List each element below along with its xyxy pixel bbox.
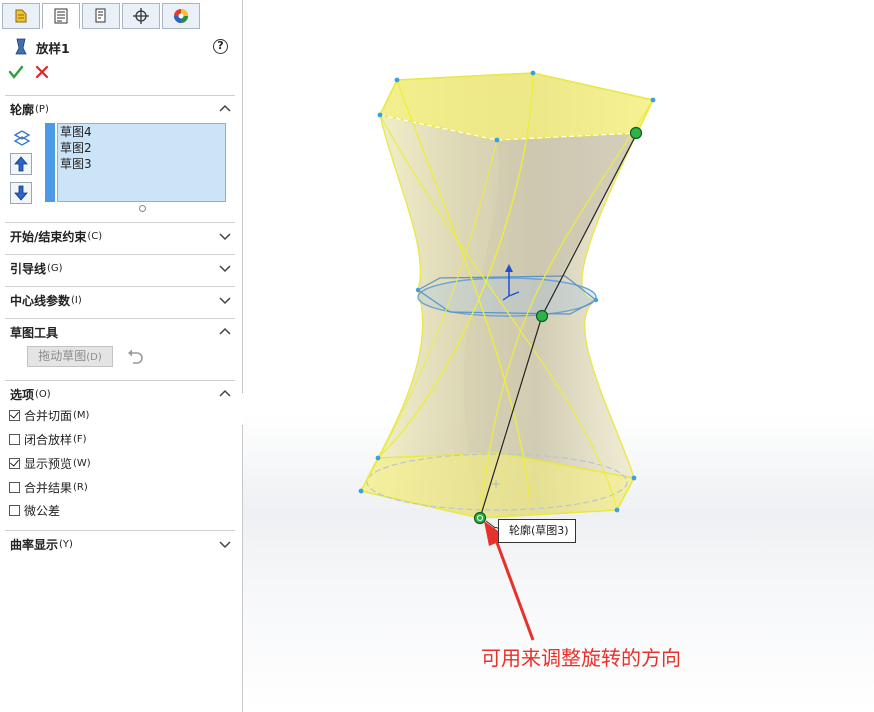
show-preview-checkbox[interactable] (9, 457, 20, 469)
section-guide-label: 引导线 (10, 261, 47, 276)
list-selection-stripe (45, 123, 55, 202)
configuration-manager-icon (95, 8, 106, 23)
help-icon[interactable]: ? (213, 39, 228, 54)
option-key: (R) (73, 481, 88, 493)
option-label: 合并结果 (24, 480, 73, 495)
property-manager-icon (54, 8, 68, 24)
option-label: 合并切面 (24, 408, 73, 423)
option-label: 闭合放样 (24, 432, 73, 447)
property-manager-panel: 放样1 ? 轮廓 (P) 草图4 草图2 草图3 开始/结束约束 (C) 引导线 (G… (0, 0, 243, 712)
tab-display-manager[interactable] (162, 3, 200, 29)
section-sketch-tools-header[interactable]: 草图工具 (10, 323, 235, 341)
section-profile-key: (P) (35, 103, 49, 115)
section-options-header[interactable]: 选项 (O) (10, 385, 235, 403)
profile-callout-label[interactable]: 轮廓(草图3) (498, 519, 576, 543)
graphics-viewport[interactable]: 轮廓(草图3) 可用来调整旋转的方向 (243, 0, 874, 712)
tab-feature-manager[interactable] (2, 3, 40, 29)
drag-sketch-label: 拖动草图 (38, 349, 87, 363)
merge-result-checkbox[interactable] (9, 481, 20, 493)
tab-dimxpert-manager[interactable] (122, 3, 160, 29)
section-options-key: (O) (35, 388, 51, 400)
feature-title-text: 放样1 (36, 40, 70, 56)
section-start-end-key: (C) (87, 230, 103, 242)
divider (5, 530, 235, 531)
connector-handle-top[interactable] (629, 126, 643, 140)
chevron-down-icon (219, 233, 231, 241)
section-start-end-label: 开始/结束约束 (10, 229, 87, 244)
cancel-x-icon[interactable] (35, 65, 49, 79)
undo-icon[interactable] (126, 348, 144, 364)
ok-checkmark-icon[interactable] (8, 64, 24, 80)
section-options-label: 选项 (10, 387, 35, 402)
drag-sketch-button[interactable]: 拖动草图(D) (27, 346, 113, 367)
divider (5, 318, 235, 319)
option-label: 显示预览 (24, 456, 73, 471)
option-key: (W) (73, 457, 91, 469)
divider (5, 222, 235, 223)
chevron-up-icon (219, 389, 231, 397)
connector-handle-middle[interactable] (535, 309, 549, 323)
chevron-up-icon (219, 104, 231, 112)
move-up-button[interactable] (10, 153, 32, 175)
option-key: (M) (73, 409, 90, 421)
close-loft-checkbox[interactable] (9, 433, 20, 445)
profile-list-item[interactable]: 草图3 (58, 156, 225, 172)
section-profile-header[interactable]: 轮廓 (P) (10, 100, 235, 118)
loft-preview-model[interactable] (243, 0, 874, 712)
option-micro-tolerance[interactable]: 微公差 (9, 502, 60, 518)
list-resize-handle[interactable] (139, 205, 146, 212)
feature-manager-icon (15, 9, 27, 23)
feature-title: 放样1 (14, 37, 70, 57)
option-merge-result[interactable]: 合并结果 (R) (9, 479, 88, 495)
chevron-down-icon (219, 541, 231, 549)
chevron-down-icon (219, 265, 231, 273)
section-centerline-key: (I) (71, 294, 82, 306)
option-label: 微公差 (24, 503, 61, 518)
connector-handle-bottom[interactable] (473, 511, 487, 525)
dimxpert-icon (133, 8, 149, 24)
option-key: (F) (73, 433, 87, 445)
section-profile-label: 轮廓 (10, 102, 35, 117)
section-curvature-label: 曲率显示 (10, 537, 59, 552)
section-centerline-label: 中心线参数 (10, 293, 71, 308)
section-curvature-header[interactable]: 曲率显示 (Y) (10, 535, 235, 553)
merge-tangent-faces-checkbox[interactable] (9, 409, 20, 421)
arrow-down-icon (14, 185, 28, 201)
tab-property-manager[interactable] (42, 3, 80, 29)
section-guide-key: (G) (47, 262, 63, 274)
annotation-arrow-icon (494, 539, 535, 641)
section-guide-header[interactable]: 引导线 (G) (10, 259, 235, 277)
divider (5, 95, 235, 96)
profile-list-item[interactable]: 草图2 (58, 140, 225, 156)
section-sketch-tools-label: 草图工具 (10, 325, 59, 340)
arrow-up-icon (14, 156, 28, 172)
profile-list-item[interactable]: 草图4 (58, 124, 225, 140)
divider (5, 380, 235, 381)
profile-list[interactable]: 草图4 草图2 草图3 (57, 123, 226, 202)
move-down-button[interactable] (10, 182, 32, 204)
section-curvature-key: (Y) (59, 538, 73, 550)
annotation-text: 可用来调整旋转的方向 (481, 646, 681, 670)
profile-selection-icon (13, 130, 31, 146)
section-start-end-header[interactable]: 开始/结束约束 (C) (10, 227, 235, 245)
option-close-loft[interactable]: 闭合放样 (F) (9, 431, 87, 447)
display-manager-icon (174, 9, 188, 23)
divider (5, 254, 235, 255)
option-show-preview[interactable]: 显示预览 (W) (9, 455, 91, 471)
micro-tolerance-checkbox[interactable] (9, 504, 20, 516)
drag-sketch-key: (D) (86, 352, 102, 363)
option-merge-tangent-faces[interactable]: 合并切面 (M) (9, 407, 89, 423)
chevron-down-icon (219, 297, 231, 305)
manager-tabs (0, 0, 242, 32)
divider (5, 286, 235, 287)
section-centerline-header[interactable]: 中心线参数 (I) (10, 291, 235, 309)
chevron-up-icon (219, 327, 231, 335)
loft-feature-icon (15, 38, 27, 55)
tab-configuration-manager[interactable] (82, 3, 120, 29)
